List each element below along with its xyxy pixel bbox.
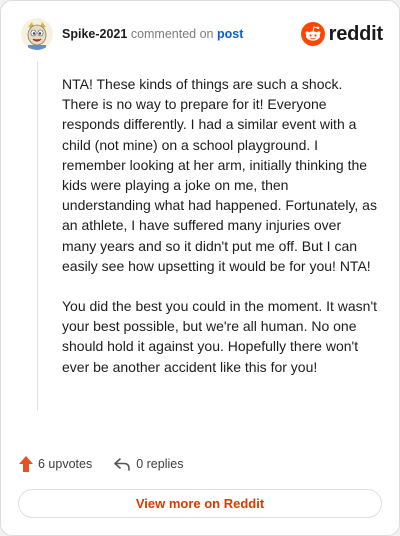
- username[interactable]: Spike-2021: [62, 27, 127, 41]
- reddit-wordmark: reddit: [328, 22, 384, 45]
- upvote-button[interactable]: 6 upvotes: [19, 456, 92, 472]
- comment-body: NTA! These kinds of things are such a sh…: [62, 74, 378, 397]
- comment-paragraph: NTA! These kinds of things are such a sh…: [62, 76, 377, 274]
- user-avatar[interactable]: [21, 18, 53, 50]
- post-link[interactable]: post: [217, 27, 243, 41]
- comment-actions: 6 upvotes 0 replies: [19, 453, 183, 475]
- reddit-logo[interactable]: reddit: [300, 21, 384, 47]
- comment-card: Spike-2021 commented on post reddit NTA!…: [0, 0, 400, 536]
- upvote-count: 6 upvotes: [38, 457, 93, 471]
- thread-line: [37, 61, 38, 411]
- reply-arrow-icon: [113, 456, 131, 472]
- reddit-snoo-icon: [300, 22, 325, 46]
- comment-paragraph: You did the best you could in the moment…: [62, 298, 378, 375]
- comment-meta: Spike-2021 commented on post: [62, 27, 243, 42]
- reply-count: 0 replies: [136, 457, 184, 471]
- reply-button[interactable]: 0 replies: [113, 456, 183, 472]
- comment-header: Spike-2021 commented on post reddit: [21, 18, 383, 50]
- upvote-arrow-icon: [19, 456, 33, 472]
- view-more-button[interactable]: View more on Reddit: [18, 489, 382, 518]
- commented-on-text: commented on: [130, 27, 214, 41]
